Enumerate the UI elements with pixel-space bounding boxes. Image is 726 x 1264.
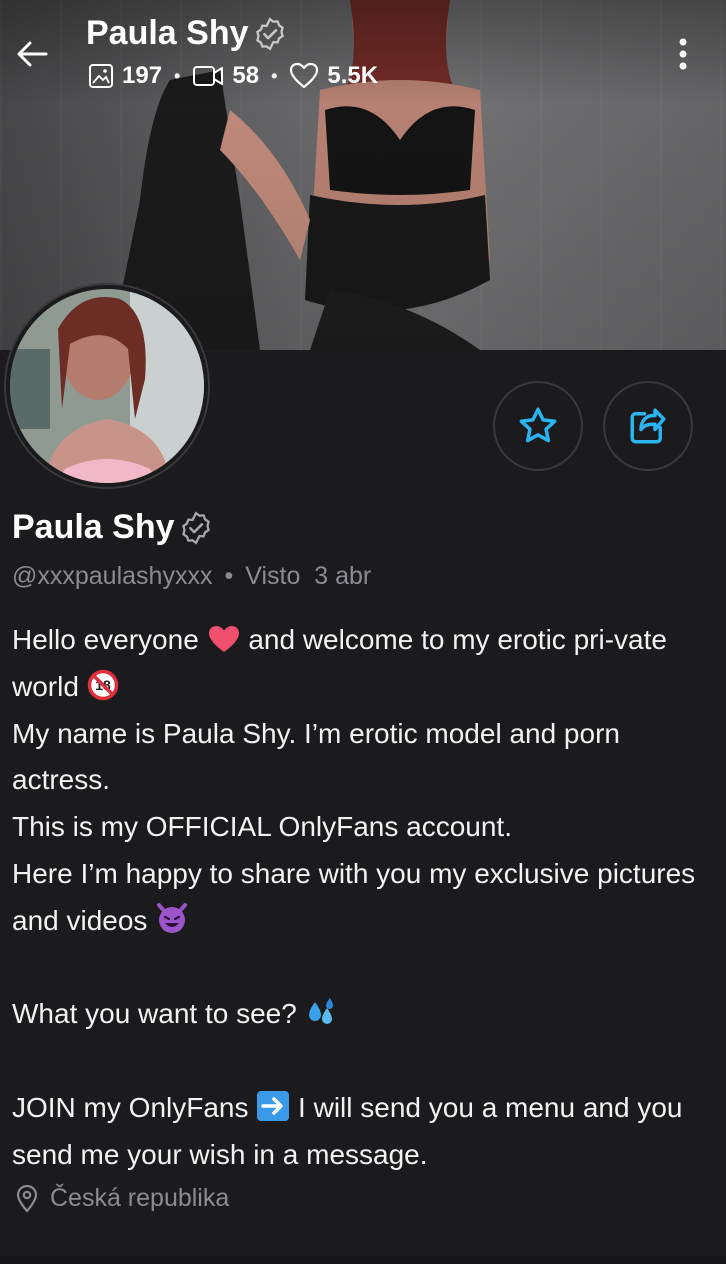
- favorite-button[interactable]: [493, 381, 583, 471]
- profile-name: Paula Shy: [12, 508, 213, 547]
- location-pin-icon: [16, 1184, 38, 1213]
- back-arrow-icon[interactable]: [14, 36, 50, 72]
- avatar[interactable]: [6, 285, 208, 487]
- header-title: Paula Shy: [86, 14, 287, 53]
- share-icon: [630, 408, 666, 444]
- bio-text: Hello everyone: [12, 624, 199, 655]
- smiling-devil-emoji-icon: [157, 902, 188, 933]
- section-divider: [0, 1256, 726, 1264]
- bio-spacer: [12, 1038, 702, 1085]
- profile-location: Česká republika: [16, 1184, 229, 1213]
- meta-separator: •: [224, 562, 234, 590]
- bio-paragraph: Hello everyone and welcome to my erotic …: [12, 617, 702, 711]
- last-seen: Visto 3 abr: [245, 562, 372, 590]
- bio-text: Here I’m happy to share with you my excl…: [12, 857, 696, 936]
- stat-separator: •: [174, 65, 181, 86]
- photos-count: 197: [122, 62, 163, 89]
- video-icon: [193, 66, 224, 86]
- no-under-18-emoji-icon: 18: [87, 669, 118, 701]
- verified-badge-icon: [181, 510, 210, 545]
- videos-count: 58: [232, 62, 260, 89]
- heart-emoji-icon: [208, 626, 239, 652]
- bio-spacer: [12, 945, 702, 992]
- profile-bio: Hello everyone and welcome to my erotic …: [12, 617, 702, 1179]
- star-icon: [519, 407, 557, 443]
- bio-paragraph: Here I’m happy to share with you my excl…: [12, 851, 702, 945]
- right-arrow-emoji-icon: [257, 1090, 290, 1121]
- bio-text: JOIN my OnlyFans: [12, 1091, 249, 1123]
- bio-text: My name is Paula Shy. I’m erotic model a…: [12, 717, 620, 796]
- bio-paragraph: JOIN my OnlyFans I will send you a menu …: [12, 1085, 702, 1179]
- likes-count: 5.5K: [327, 62, 379, 89]
- sweat-droplets-emoji-icon: [308, 998, 333, 1025]
- header-stats: 197 • 58 • 5.5K: [88, 62, 378, 90]
- profile-meta: @xxxpaulashyxxx • Visto 3 abr: [12, 562, 371, 591]
- bio-paragraph: What you want to see?: [12, 991, 702, 1038]
- more-options-icon[interactable]: [672, 36, 694, 72]
- stat-separator: •: [271, 65, 278, 86]
- profile-name-text: Paula Shy: [12, 508, 175, 546]
- image-icon: [89, 64, 113, 88]
- share-button[interactable]: [603, 381, 693, 471]
- header-name: Paula Shy: [86, 14, 249, 52]
- avatar-photo: [10, 289, 204, 483]
- bio-text: What you want to see?: [12, 998, 297, 1030]
- location-text: Česká republika: [50, 1184, 230, 1212]
- bio-text: This is my OFFICIAL OnlyFans account.: [12, 811, 512, 843]
- heart-icon: [290, 62, 319, 89]
- username: @xxxpaulashyxxx: [12, 562, 213, 590]
- verified-badge-icon: [255, 16, 284, 51]
